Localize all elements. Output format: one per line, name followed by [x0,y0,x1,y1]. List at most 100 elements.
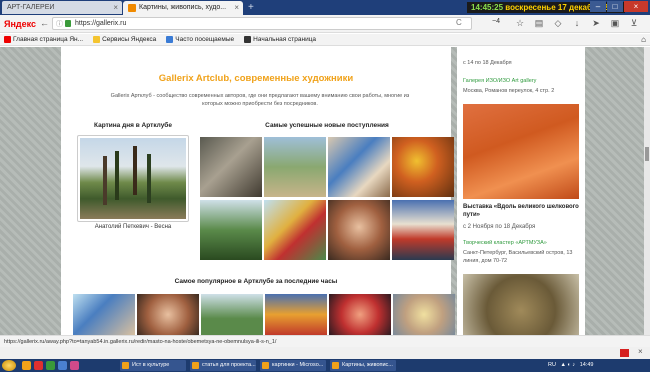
close-tab-icon[interactable]: × [234,3,239,12]
status-bar: https://gallerix.ru/away.php?to=tanyab54… [0,335,650,347]
artwork-thumbnail[interactable] [137,294,199,335]
weather-widget[interactable]: −4 [492,18,500,25]
send-icon[interactable]: ➤ [591,18,601,29]
bookmark-frequent[interactable]: Часто посещаемые [166,36,234,43]
bookmark-label: Начальная страница [253,36,317,43]
info-icon[interactable]: ⓘ [56,19,63,29]
bookmark-label: Часто посещаемые [175,36,235,43]
taskbar-item[interactable]: статья для проекта... [190,360,256,371]
weather-text: −4 [492,18,500,25]
artwork-thumbnail[interactable] [393,294,455,335]
taskbar-item-label: Ист в культуре [132,362,170,368]
tab-art-galleries[interactable]: АРТ-ГАЛЕРЕИ × [2,1,122,14]
gallery-address: Москва, Романов переулок, 4 стр. 2 [463,88,555,94]
artwork-thumbnail[interactable] [73,294,135,335]
star-icon[interactable]: ☆ [515,18,525,29]
start-button[interactable] [2,360,16,371]
favicon-icon [128,4,136,12]
folder-icon [93,36,101,43]
pinned-app-icon[interactable] [22,361,31,370]
artwork-thumbnail[interactable] [200,137,262,197]
exhibition-date: с 2 Ноября по 18 Декабря [463,224,536,230]
artwork-thumbnail[interactable] [328,200,390,260]
bookmark-label: Сервисы Яндекса [102,36,157,43]
address-bar[interactable]: ⓘ https://gallerix.ru [52,17,472,30]
artwork-thumbnail[interactable] [201,294,263,335]
bookmark-label: Главная страница Ян... [13,36,84,43]
new-arrivals-heading: Самые успешные новые поступления [265,122,389,129]
reload-icon[interactable]: C [456,18,462,27]
star-icon [166,36,174,43]
artwork-thumbnail[interactable] [392,137,454,197]
artwork-thumbnail[interactable] [328,137,390,197]
pinned-app-icon[interactable] [34,361,43,370]
yandex-logo[interactable]: Яндекс [4,19,36,29]
bookmark-yandex-services[interactable]: Сервисы Яндекса [93,36,156,43]
download-icon[interactable]: ↓ [572,18,582,29]
exhibition-title[interactable]: Выставка «Вдоль великого шелкового пути» [463,204,583,219]
close-window-button[interactable]: × [624,1,648,12]
tab-gallerix[interactable]: Картины, живопись, худо... × [123,1,243,15]
picture-of-day-caption[interactable]: Анатолий Петкевич - Весна [77,224,189,230]
taskbar-item[interactable]: Ист в культуре [120,360,186,371]
close-icon[interactable]: × [638,347,643,356]
logo-text: Яндекс [4,19,37,29]
gallery-link[interactable]: Галерея ИЗО/ИЗО Art gallery [463,78,536,84]
lock-icon [65,20,71,27]
notification-bar: × [0,347,650,359]
taskbar-item[interactable]: Картины, живопис... [330,360,396,371]
close-tab-icon[interactable]: × [113,3,118,12]
artwork-thumbnail[interactable] [392,200,454,260]
artwork-thumbnail[interactable] [329,294,391,335]
taskbar: Ист в культуре статья для проекта... кар… [0,359,650,372]
system-tray[interactable]: RU ▲ ◐ ♪ 14:49 [548,360,593,371]
status-url: https://gallerix.ru/away.php?to=tanyab54… [4,339,277,345]
minimize-button[interactable]: – [590,1,606,12]
scrollbar-thumb[interactable] [645,147,649,161]
title-bar: АРТ-ГАЛЕРЕИ × Картины, живопись, худо...… [0,0,650,15]
exhibition-image[interactable] [463,104,579,199]
language-indicator[interactable]: RU [548,362,556,368]
sculpture-image[interactable] [463,274,579,335]
home-icon[interactable]: ⌂ [641,35,646,44]
pinned-app-icon[interactable] [58,361,67,370]
artwork-thumbnail[interactable] [264,200,326,260]
navigation-bar: Яндекс ← ⓘ https://gallerix.ru C −4 ☆ ▤ … [0,15,650,33]
notification-icon[interactable] [620,349,629,357]
clock-time: 14:45:25 [471,3,504,12]
bookmark-start-page[interactable]: Начальная страница [244,36,316,43]
bookmark-yandex-home[interactable]: Главная страница Ян... [4,36,83,43]
scrollbar[interactable] [644,47,650,335]
calendar-icon[interactable]: ▣ [610,18,620,29]
grid-icon [244,36,252,43]
bookmarks-bar: Главная страница Ян... Сервисы Яндекса Ч… [0,34,650,46]
clipboard-icon[interactable]: ▤ [534,18,544,29]
cart-icon[interactable]: ⊻ [629,18,639,29]
popular-heading: Самое популярное в Артклубе за последние… [174,278,338,285]
page-description: Gallerix Артклуб - сообщество современны… [110,93,410,107]
maximize-button[interactable]: □ [607,1,623,12]
tray-clock[interactable]: 14:49 [580,362,594,368]
artwork-thumbnail[interactable] [200,200,262,260]
taskbar-item-label: картинки - Microso... [272,362,324,368]
page-title: Gallerix Artclub, современные художники [158,73,354,84]
pinned-app-icon[interactable] [70,361,79,370]
cluster-link[interactable]: Творческий кластер «АРТМУЗА» [463,240,547,246]
pinned-app-icon[interactable] [46,361,55,370]
taskbar-item[interactable]: картинки - Microso... [260,360,326,371]
yandex-icon [4,36,11,43]
shield-icon[interactable]: ◇ [553,18,563,29]
url-text: https://gallerix.ru [75,20,127,27]
cluster-address: Санкт-Петербург, Васильевский остров, 13… [463,250,573,264]
back-arrow-icon[interactable]: ← [40,18,49,28]
event-date: с 14 по 18 Декабря [463,60,512,66]
picture-of-day-image[interactable] [77,135,189,222]
tab-label: Картины, живопись, худо... [139,4,227,11]
taskbar-item-label: Картины, живопис... [342,362,393,368]
new-tab-icon[interactable]: + [248,2,254,13]
artwork-thumbnail[interactable] [265,294,327,335]
tab-label: АРТ-ГАЛЕРЕИ [7,4,55,11]
picture-of-day-heading: Картина дня в Артклубе [94,122,172,129]
taskbar-item-label: статья для проекта... [202,362,256,368]
artwork-thumbnail[interactable] [264,137,326,197]
